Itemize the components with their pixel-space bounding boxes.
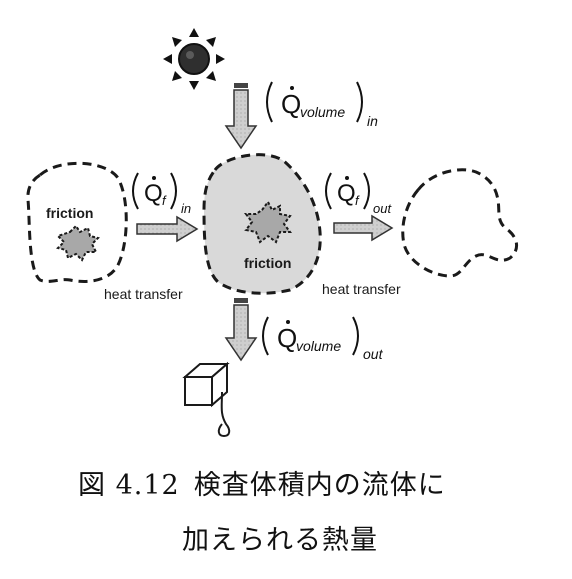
heat-transfer-left-label: heat transfer bbox=[104, 286, 183, 302]
q-friction-out-label: Q f out bbox=[325, 172, 392, 216]
sun-icon bbox=[163, 28, 225, 90]
q-volume-in-subscript: volume bbox=[300, 104, 345, 120]
friction-in-arrow bbox=[136, 215, 199, 243]
figure-number: 図 4.12 bbox=[78, 470, 180, 501]
friction-spot-left bbox=[56, 224, 100, 262]
q-volume-out-label: Q volume out bbox=[262, 316, 384, 362]
q-volume-out-outer-subscript: out bbox=[363, 346, 384, 362]
q-volume-in-outer-subscript: in bbox=[367, 113, 378, 129]
left-control-volume bbox=[26, 161, 128, 283]
q-friction-in-subscript: f bbox=[162, 193, 167, 208]
q-volume-in-label: Q volume in bbox=[266, 81, 378, 129]
volume-in-arrow bbox=[224, 83, 258, 150]
q-friction-out-symbol: Q bbox=[337, 180, 356, 207]
figure-caption-line1: 図 4.12 検査体積内の流体に bbox=[78, 463, 446, 502]
q-friction-in-outer-subscript: in bbox=[181, 201, 191, 216]
box-with-drop-icon bbox=[182, 361, 231, 438]
q-friction-out-subscript: f bbox=[355, 193, 360, 208]
heat-transfer-right-label: heat transfer bbox=[322, 281, 401, 297]
q-friction-in-symbol: Q bbox=[144, 180, 163, 207]
figure-caption-line2: 加えられる熱量 bbox=[182, 525, 378, 556]
q-friction-out-outer-subscript: out bbox=[373, 201, 392, 216]
q-volume-out-subscript: volume bbox=[296, 338, 341, 354]
right-control-volume bbox=[401, 168, 518, 278]
caption-text-line1: 検査体積内の流体に bbox=[193, 470, 446, 501]
friction-out-arrow bbox=[333, 214, 394, 242]
q-friction-in-label: Q f in bbox=[132, 172, 191, 216]
friction-center-label: friction bbox=[244, 255, 291, 271]
friction-left-label: friction bbox=[46, 205, 93, 221]
q-volume-in-symbol: Q bbox=[281, 89, 301, 119]
volume-out-arrow bbox=[224, 298, 258, 362]
q-volume-out-symbol: Q bbox=[277, 323, 297, 353]
